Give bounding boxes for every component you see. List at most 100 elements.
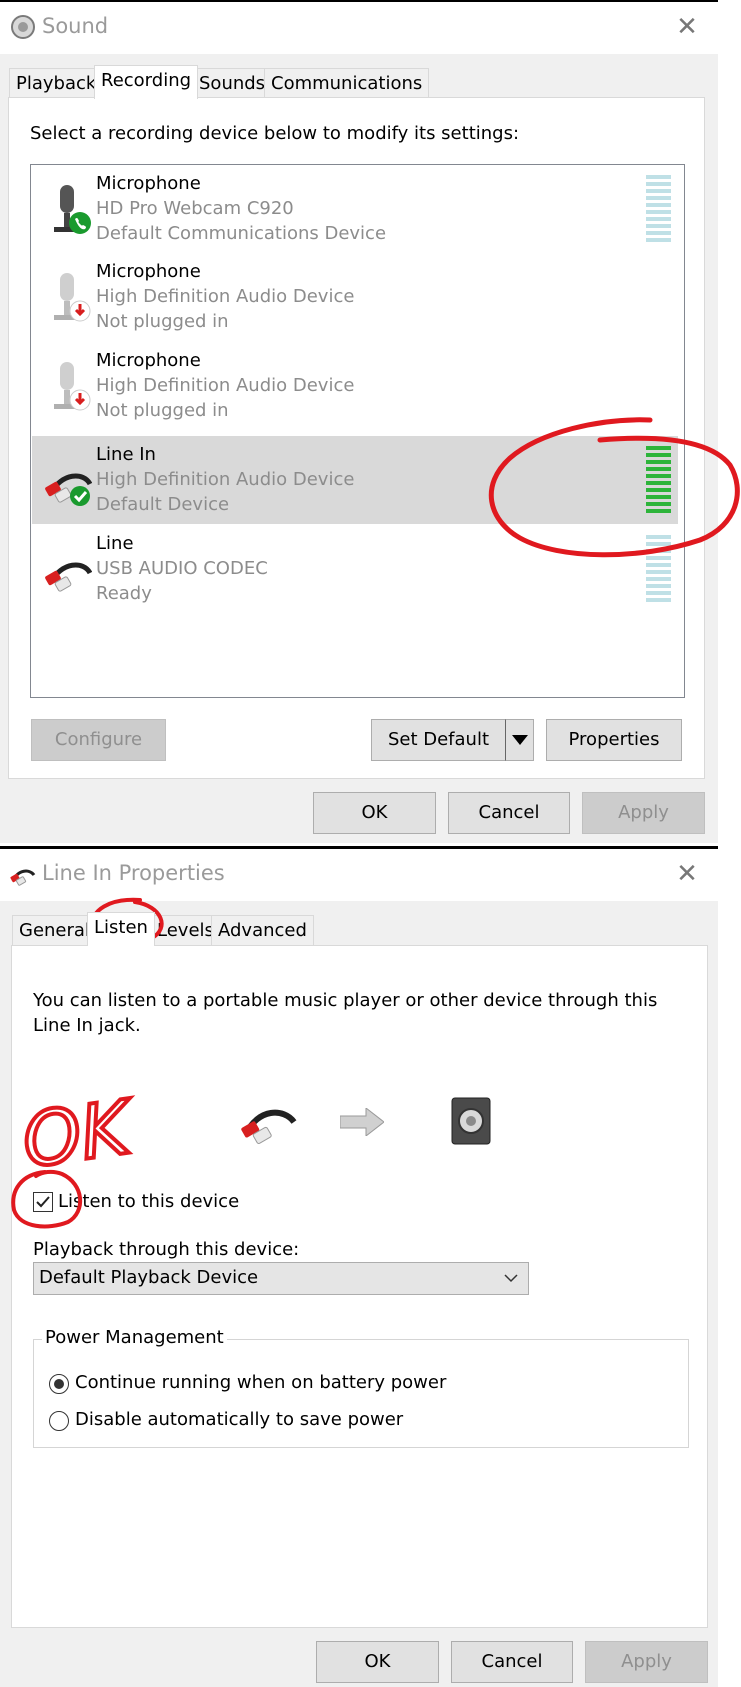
list-item-selected[interactable]: Line In High Definition Audio Device Def… <box>32 436 678 524</box>
meter-segment <box>646 556 671 560</box>
meter-segment <box>646 502 671 506</box>
ok-button[interactable]: OK <box>313 792 436 834</box>
set-default-button[interactable]: Set Default <box>371 719 505 761</box>
apply-button[interactable]: Apply <box>582 792 705 834</box>
device-description: High Definition Audio Device <box>96 469 355 490</box>
device-list[interactable]: Microphone HD Pro Webcam C920 Default Co… <box>30 164 685 698</box>
meter-segment <box>646 175 671 179</box>
playback-label: Playback through this device: <box>33 1239 300 1260</box>
apply-button[interactable]: Apply <box>585 1641 708 1683</box>
rca-cable-icon <box>10 869 36 886</box>
device-status: Ready <box>96 583 152 604</box>
device-description: USB AUDIO CODEC <box>96 558 268 579</box>
radio-disable-auto[interactable] <box>49 1411 69 1431</box>
microphone-icon <box>54 362 91 411</box>
close-button[interactable]: ✕ <box>672 12 702 42</box>
group-title: Power Management <box>42 1327 227 1348</box>
meter-segment <box>646 570 671 574</box>
tab-advanced[interactable]: Advanced <box>211 915 314 945</box>
meter-segment <box>646 224 671 228</box>
cancel-button[interactable]: Cancel <box>451 1641 573 1683</box>
meter-segment <box>646 460 671 464</box>
meter-segment <box>646 535 671 539</box>
meter-segment <box>646 474 671 478</box>
meter-segment <box>646 467 671 471</box>
playback-device-value: Default Playback Device <box>39 1267 259 1288</box>
configure-button[interactable]: Configure <box>31 719 166 761</box>
meter-segment <box>646 591 671 595</box>
meter-segment <box>646 231 671 235</box>
phone-badge-icon <box>69 212 91 234</box>
device-status: Default Communications Device <box>96 223 387 244</box>
unplugged-badge-icon <box>69 389 91 411</box>
meter-segment <box>646 189 671 193</box>
meter-segment <box>646 563 671 567</box>
title-bar: Sound ✕ <box>0 2 718 54</box>
list-item[interactable]: Line USB AUDIO CODEC Ready <box>32 525 678 613</box>
meter-segment <box>646 481 671 485</box>
listen-description: You can listen to a portable music playe… <box>33 990 658 1036</box>
tab-listen[interactable]: Listen <box>87 912 155 946</box>
meter-segment <box>646 488 671 492</box>
window-title: Sound <box>42 14 109 38</box>
speaker-device-icon <box>451 1097 491 1145</box>
level-meter <box>646 535 671 605</box>
device-description: HD Pro Webcam C920 <box>96 198 294 219</box>
meter-segment <box>646 549 671 553</box>
list-item[interactable]: Microphone High Definition Audio Device … <box>32 342 678 430</box>
ok-button[interactable]: OK <box>316 1641 439 1683</box>
power-management-group: Power Management Continue running when o… <box>33 1327 689 1448</box>
meter-segment <box>646 542 671 546</box>
instruction-text: Select a recording device below to modif… <box>30 123 520 144</box>
meter-segment <box>646 203 671 207</box>
device-name: Line <box>96 533 134 554</box>
chevron-down-icon <box>511 735 528 745</box>
meter-segment <box>646 577 671 581</box>
radio-continue-running[interactable] <box>49 1374 69 1394</box>
device-status: Not plugged in <box>96 311 229 332</box>
device-status: Not plugged in <box>96 400 229 421</box>
meter-segment <box>646 238 671 242</box>
device-description: High Definition Audio Device <box>96 375 355 396</box>
level-meter <box>646 446 671 516</box>
close-button[interactable]: ✕ <box>672 859 702 889</box>
set-default-dropdown-button[interactable] <box>505 719 534 761</box>
cancel-button[interactable]: Cancel <box>448 792 570 834</box>
meter-segment <box>646 210 671 214</box>
rca-cable-icon <box>45 473 92 506</box>
tab-playback[interactable]: Playback <box>9 68 104 98</box>
speaker-icon <box>11 15 35 39</box>
tab-communications[interactable]: Communications <box>264 68 430 98</box>
check-badge-icon <box>70 486 90 506</box>
title-bar: Line In Properties ✕ <box>0 849 718 901</box>
rca-cable-icon <box>45 562 92 592</box>
sound-window: Sound ✕ Playback Recording Sounds Commun… <box>0 0 718 843</box>
meter-segment <box>646 217 671 221</box>
playback-device-select[interactable]: Default Playback Device <box>33 1262 529 1295</box>
rca-cable-icon <box>241 1109 297 1144</box>
meter-segment <box>646 182 671 186</box>
unplugged-badge-icon <box>69 300 91 322</box>
properties-button[interactable]: Properties <box>546 719 682 761</box>
tab-sounds[interactable]: Sounds <box>192 68 273 98</box>
device-name: Microphone <box>96 350 201 371</box>
meter-segment <box>646 584 671 588</box>
level-meter <box>646 175 671 245</box>
list-item[interactable]: Microphone High Definition Audio Device … <box>32 253 678 341</box>
meter-segment <box>646 446 671 450</box>
microphone-icon <box>54 273 91 322</box>
listen-checkbox[interactable] <box>33 1192 53 1212</box>
tab-recording[interactable]: Recording <box>94 65 199 99</box>
device-description: High Definition Audio Device <box>96 286 355 307</box>
list-item[interactable]: Microphone HD Pro Webcam C920 Default Co… <box>32 165 678 253</box>
checkmark-icon <box>36 1196 50 1208</box>
meter-segment <box>646 495 671 499</box>
radio-label[interactable]: Disable automatically to save power <box>75 1409 403 1430</box>
listen-checkbox-label[interactable]: Listen to this device <box>58 1191 239 1212</box>
radio-label[interactable]: Continue running when on battery power <box>75 1372 446 1393</box>
tab-general[interactable]: General <box>12 915 97 945</box>
microphone-icon <box>54 185 91 234</box>
device-name: Microphone <box>96 261 201 282</box>
meter-segment <box>646 509 671 513</box>
device-status: Default Device <box>96 494 230 515</box>
